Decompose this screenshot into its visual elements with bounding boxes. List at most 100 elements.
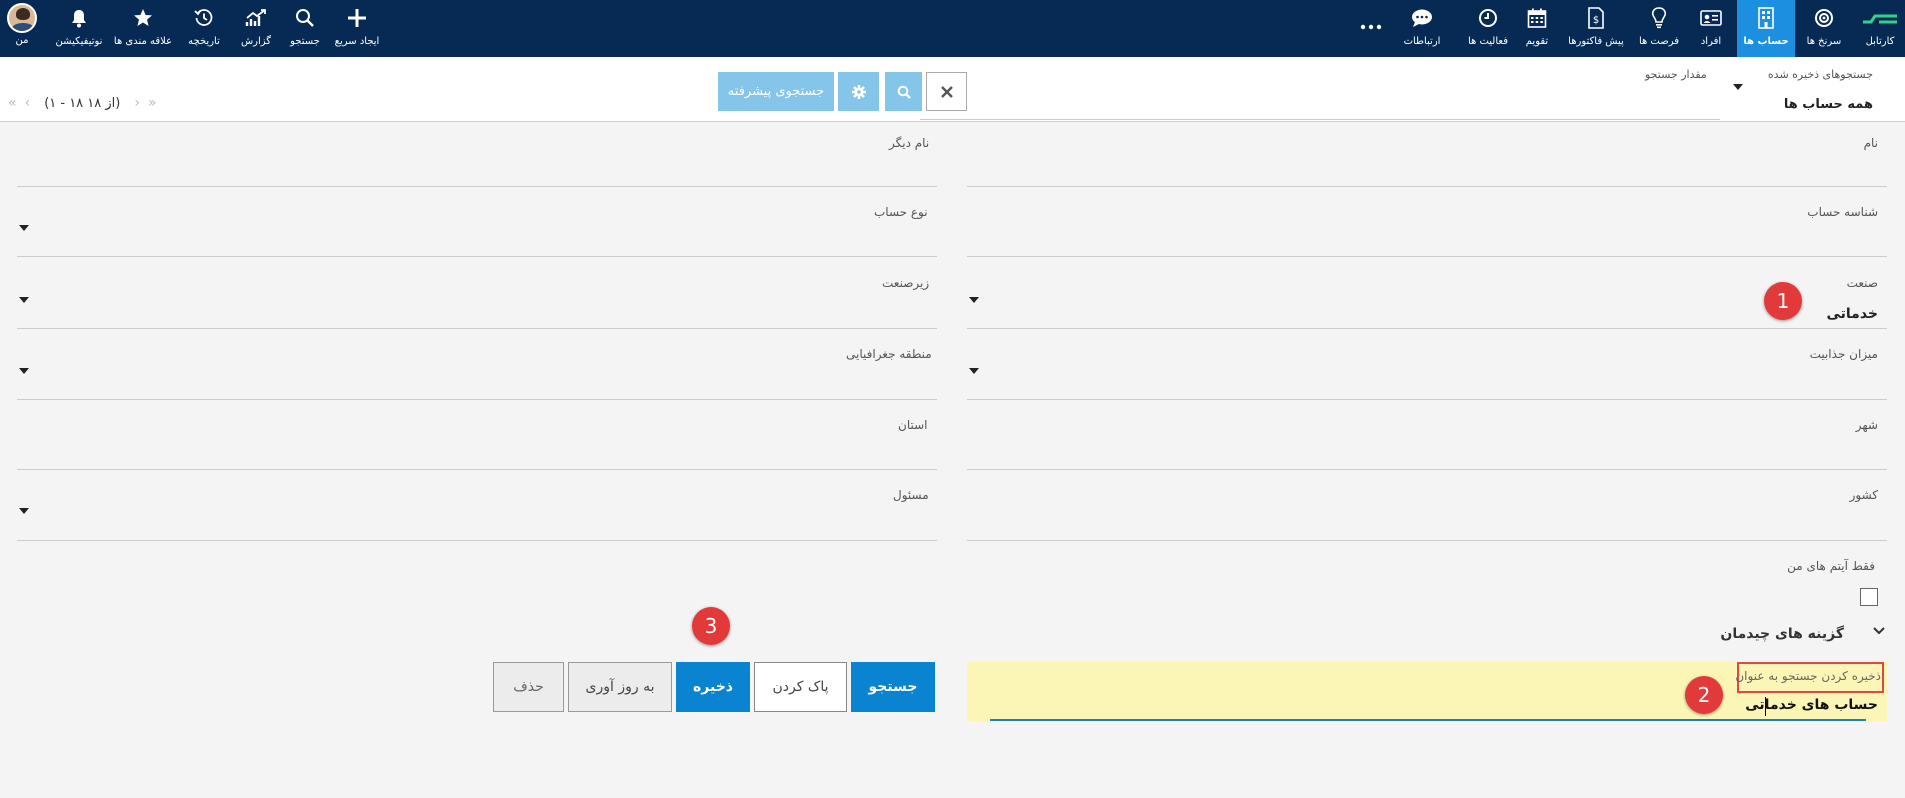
country-input[interactable] bbox=[967, 540, 1887, 541]
subindustry-label: زیرصنعت bbox=[882, 276, 930, 290]
chevron-down-icon[interactable] bbox=[1733, 84, 1743, 90]
update-button[interactable]: به روز آوری bbox=[568, 662, 672, 712]
attractiveness-select[interactable] bbox=[967, 399, 1887, 400]
attractiveness-label: میزان جذابیت bbox=[1809, 347, 1878, 361]
region-label: منطقه جغرافیایی bbox=[846, 347, 932, 361]
search-value-input[interactable] bbox=[920, 119, 1720, 120]
search-icon bbox=[295, 3, 315, 33]
name-input[interactable] bbox=[967, 186, 1887, 187]
save-search-underline bbox=[990, 719, 1866, 721]
close-button[interactable] bbox=[926, 72, 967, 111]
owner-select[interactable] bbox=[17, 540, 937, 541]
nav-item-more[interactable] bbox=[1356, 0, 1386, 57]
pagination-info: (۱ - ۱۸ از ۱۸) bbox=[44, 95, 121, 111]
nav-label: فرصت ها bbox=[1638, 36, 1680, 47]
nav-item-history[interactable]: تاریخچه bbox=[184, 0, 224, 57]
other-name-label: نام دیگر bbox=[889, 136, 930, 150]
chevron-down-icon[interactable] bbox=[19, 225, 29, 231]
nav-label: کارتابل bbox=[1865, 36, 1895, 47]
region-select[interactable] bbox=[17, 399, 937, 400]
chevron-down-icon[interactable] bbox=[19, 297, 29, 303]
nav-item-me[interactable]: من bbox=[4, 0, 40, 57]
nav-item-communications[interactable]: ارتباطات bbox=[1400, 0, 1444, 57]
search-submit-button[interactable]: جستجو bbox=[851, 662, 935, 712]
chevron-down-icon[interactable] bbox=[19, 368, 29, 374]
chat-icon bbox=[1411, 3, 1433, 33]
owner-label: مسئول bbox=[893, 488, 929, 502]
country-label: کشور bbox=[1849, 488, 1878, 502]
province-label: استان bbox=[898, 418, 928, 432]
nav-label: تقویم bbox=[1525, 36, 1549, 47]
history-icon bbox=[194, 3, 214, 33]
document-dollar-icon: $ bbox=[1587, 3, 1605, 33]
nav-item-activities[interactable]: فعالیت ها bbox=[1466, 0, 1510, 57]
save-button[interactable]: ذخیره bbox=[676, 662, 750, 712]
industry-value: خدماتی bbox=[1826, 306, 1878, 322]
star-icon bbox=[133, 3, 153, 33]
calendar-icon bbox=[1527, 3, 1547, 33]
nav-item-notifications[interactable]: نوتیفیکیشن bbox=[52, 0, 106, 57]
clock-icon bbox=[1478, 3, 1498, 33]
advanced-search-button[interactable]: جستجوی پیشرفته bbox=[718, 72, 834, 111]
province-input[interactable] bbox=[17, 469, 937, 470]
nav-label: من bbox=[15, 35, 29, 46]
nav-item-search[interactable]: جستجو bbox=[285, 0, 325, 57]
nav-item-leads[interactable]: سرنخ ها bbox=[1802, 0, 1846, 57]
industry-label: صنعت bbox=[1846, 276, 1878, 290]
nav-label: حساب ها bbox=[1743, 36, 1789, 47]
city-input[interactable] bbox=[967, 469, 1887, 470]
previous-page-icon[interactable]: › bbox=[134, 95, 140, 111]
account-id-input[interactable] bbox=[967, 256, 1887, 257]
last-page-icon[interactable]: « bbox=[8, 95, 17, 111]
saved-searches-select[interactable]: همه حساب ها bbox=[1784, 97, 1873, 112]
nav-item-quick-create[interactable]: ایجاد سریع bbox=[332, 0, 382, 57]
nav-label: گزارش bbox=[240, 36, 272, 47]
nav-item-report[interactable]: گزارش bbox=[236, 0, 276, 57]
settings-button[interactable] bbox=[838, 72, 879, 111]
clear-button[interactable]: پاک کردن bbox=[754, 662, 847, 712]
step-badge-3: 3 bbox=[692, 607, 730, 645]
svg-text:$: $ bbox=[1593, 15, 1599, 26]
nav-item-cartable[interactable]: کارتابل bbox=[1858, 0, 1902, 57]
nav-item-calendar[interactable]: تقویم bbox=[1515, 0, 1559, 57]
nav-label: نوتیفیکیشن bbox=[55, 36, 103, 47]
text-cursor bbox=[1765, 697, 1766, 716]
gear-icon bbox=[851, 84, 866, 99]
close-icon bbox=[940, 85, 953, 98]
nav-item-opportunities[interactable]: فرصت ها bbox=[1633, 0, 1685, 57]
industry-select[interactable] bbox=[967, 328, 1887, 329]
step-badge-1: 1 bbox=[1764, 282, 1802, 320]
nav-item-people[interactable]: افراد bbox=[1691, 0, 1731, 57]
nav-item-favorites[interactable]: علاقه مندی ها bbox=[112, 0, 174, 57]
account-type-label: نوع حساب bbox=[874, 205, 928, 219]
nav-label: افراد bbox=[1700, 36, 1722, 47]
more-icon bbox=[1360, 12, 1382, 42]
layout-options-title[interactable]: گزینه های چیدمان bbox=[1720, 626, 1844, 642]
top-navigation: کارتابل سرنخ ها حساب ها افراد فرصت ها $ … bbox=[0, 0, 1905, 57]
nav-label: ایجاد سریع bbox=[334, 36, 380, 47]
saved-searches-label: جستجوهای ذخیره شده bbox=[1767, 68, 1873, 81]
bell-icon bbox=[70, 3, 88, 33]
my-items-checkbox[interactable] bbox=[1860, 588, 1878, 606]
search-icon bbox=[897, 85, 911, 99]
building-icon bbox=[1757, 3, 1775, 33]
chevron-down-icon[interactable] bbox=[19, 508, 29, 514]
first-page-icon[interactable]: » bbox=[148, 95, 157, 111]
my-items-label: فقط آیتم های من bbox=[1787, 559, 1875, 573]
other-name-input[interactable] bbox=[17, 186, 937, 187]
chevron-down-icon[interactable] bbox=[969, 368, 979, 374]
search-bar: جستجوهای ذخیره شده همه حساب ها مقدار جست… bbox=[0, 57, 1905, 122]
save-search-label: ذخیره کردن جستجو به عنوان bbox=[1735, 669, 1881, 683]
chevron-down-icon[interactable] bbox=[1872, 624, 1886, 640]
nav-label: تاریخچه bbox=[188, 36, 220, 47]
account-type-select[interactable] bbox=[17, 256, 937, 257]
chevron-down-icon[interactable] bbox=[969, 297, 979, 303]
search-button[interactable] bbox=[885, 72, 922, 111]
step-badge-2: 2 bbox=[1685, 676, 1723, 714]
id-card-icon bbox=[1700, 3, 1722, 33]
delete-button[interactable]: حذف bbox=[493, 662, 564, 712]
next-page-icon[interactable]: ‹ bbox=[25, 95, 31, 111]
subindustry-select[interactable] bbox=[17, 328, 937, 329]
nav-item-quotes[interactable]: $ پیش فاکتورها bbox=[1565, 0, 1627, 57]
nav-item-accounts[interactable]: حساب ها bbox=[1737, 0, 1795, 57]
